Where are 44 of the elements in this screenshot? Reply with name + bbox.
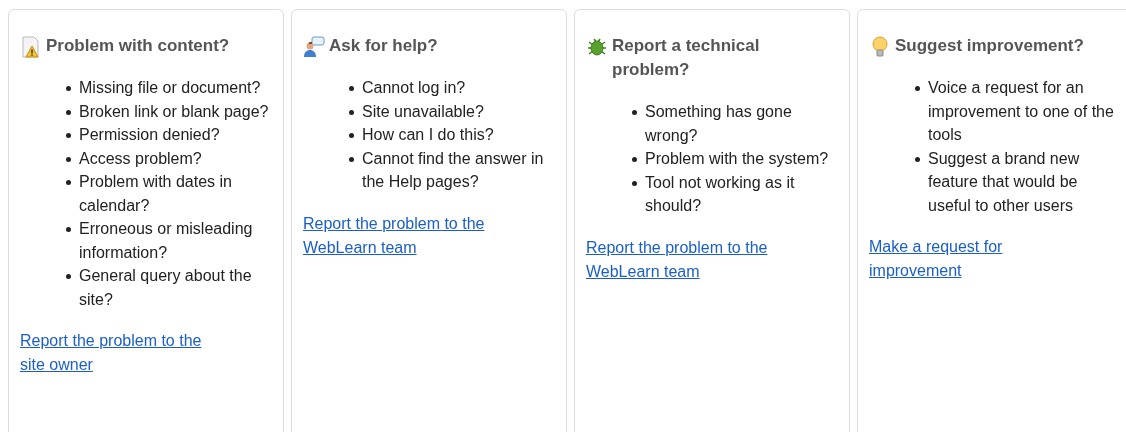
bullet-icon [66,180,71,185]
bullet-icon [915,86,920,91]
list-item: Something has gone wrong? [645,102,793,146]
bullet-icon [66,274,71,279]
list-item: Missing file or document? [79,78,261,98]
list-item: Erroneous or misleading information? [79,219,254,263]
lightbulb-icon [869,36,891,58]
bullet-icon [349,86,354,91]
list-item: Access problem? [79,148,202,169]
bullet-icon [66,227,71,232]
report-link[interactable]: Report the problem to the WebLearn team [586,235,786,284]
report-link[interactable]: Report the problem to the site owner [20,329,220,377]
document-warning-icon [20,36,42,58]
card-title: Ask for help? [329,35,438,57]
bullet-icon [632,157,637,162]
list-item: Cannot find the answer in the Help pages? [362,148,545,192]
list-item: General query about the site? [79,266,253,310]
list-item: How can I do this? [362,125,494,145]
report-link[interactable]: Make a request for improvement [869,235,1069,283]
bullet-icon [66,156,71,162]
list-item: Problem with the system? [645,149,829,169]
list-item: Tool not working as it should? [645,172,796,216]
card-title: Suggest improvement? [895,35,1084,57]
list-item: Suggest a brand new feature that would be useful to other users [928,148,1081,216]
bullet-icon [915,156,920,162]
list-item: Broken link or blank page? [79,101,269,122]
bullet-icon [632,180,637,186]
card-title: Report a technical problem? [612,35,761,81]
report-link[interactable]: Report the problem to the WebLearn team [303,211,503,260]
card-title: Problem with content? [46,35,230,57]
list-item: Permission denied? [79,125,220,145]
bullet-icon [632,110,637,115]
bullet-icon [349,109,354,115]
list-item: Site unavailable? [362,101,484,122]
person-speech-icon [303,36,325,58]
list-item: Voice a request for an improvement to one of the tools [928,78,1115,145]
list-item: Problem with dates in calendar? [79,172,233,216]
bullet-icon [349,133,354,138]
bullet-icon [349,156,354,162]
bullet-icon [66,86,71,91]
bullet-icon [66,133,71,138]
bullet-icon [66,109,71,115]
list-item: Cannot log in? [362,78,466,98]
bug-icon [586,36,608,58]
